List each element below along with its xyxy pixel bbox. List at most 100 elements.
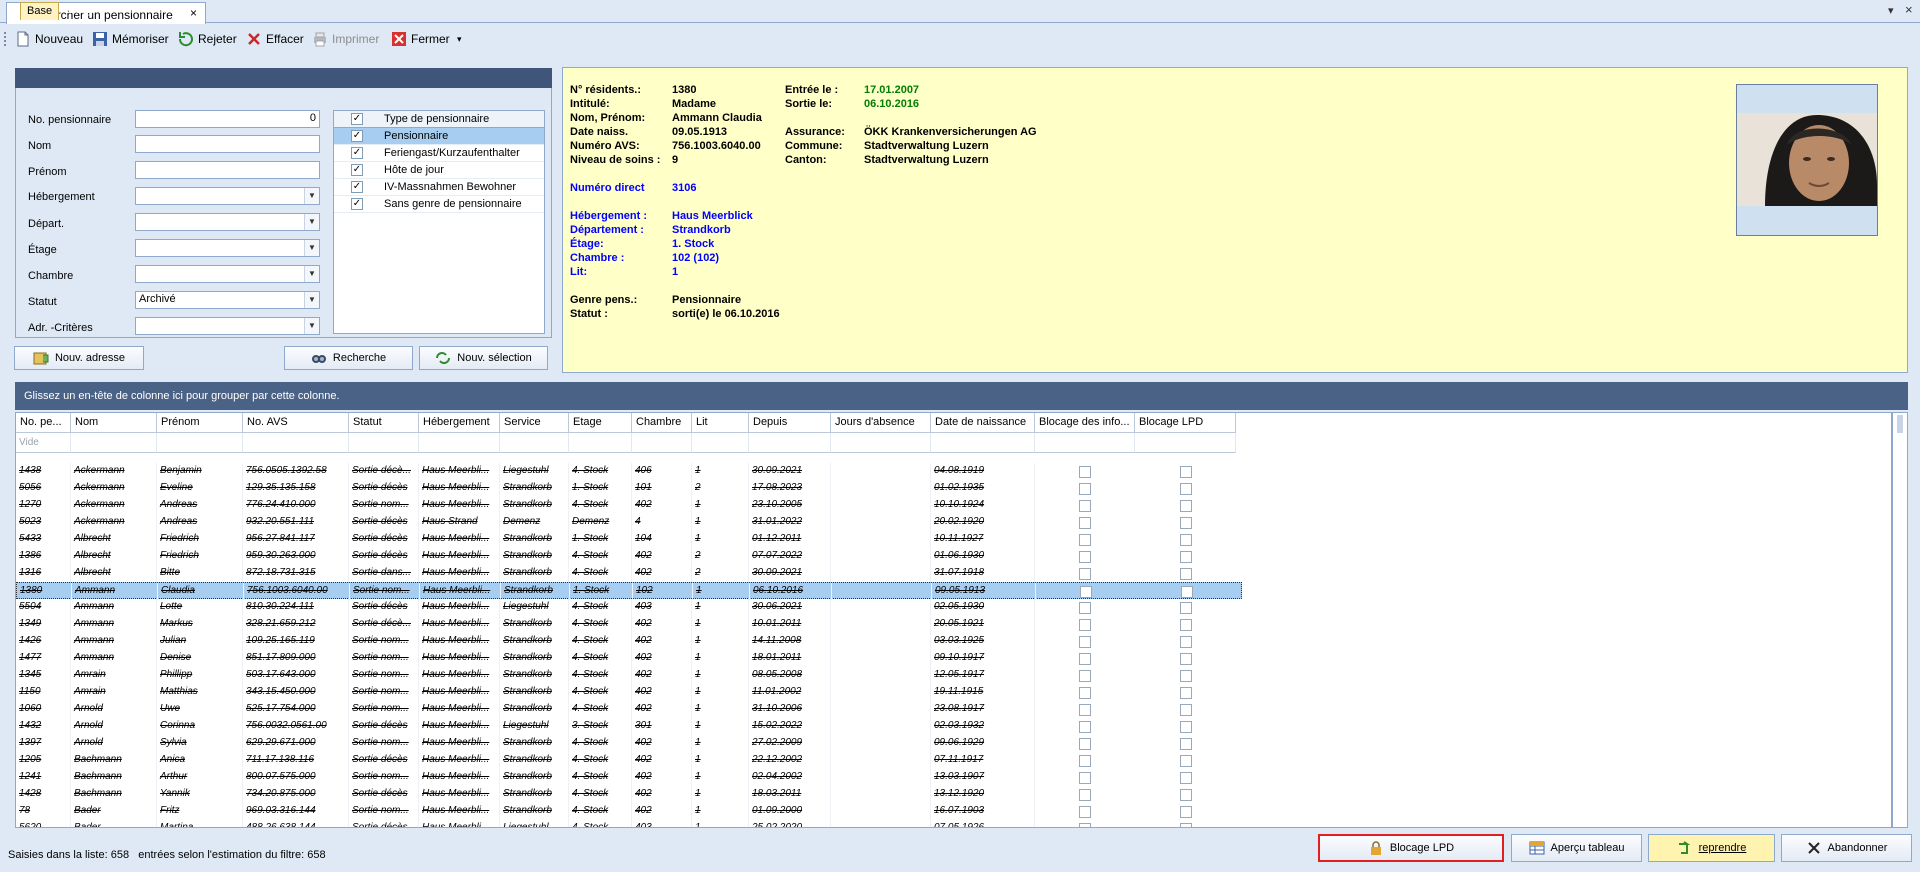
- blocage-lpd-checkbox[interactable]: [1179, 534, 1192, 546]
- blocage-lpd-checkbox[interactable]: [1179, 483, 1192, 495]
- filter-cell[interactable]: [71, 433, 157, 453]
- blocage-lpd-checkbox[interactable]: [1179, 806, 1192, 818]
- table-row[interactable]: 78 Bader Fritz 969.03.316.144 Sortie nom... H…: [16, 803, 1242, 820]
- imprimer-button[interactable]: Imprimer: [312, 30, 379, 48]
- header-col-jours-absence[interactable]: Jours d'absence: [831, 413, 931, 433]
- abandonner-button[interactable]: Abandonner: [1781, 834, 1912, 862]
- blocage-lpd-checkbox[interactable]: [1179, 466, 1192, 478]
- table-row[interactable]: 1205 Bachmann Anica 711.17.138.116 Sortie dé…: [16, 752, 1242, 769]
- blocage-lpd-checkbox[interactable]: [1179, 789, 1192, 801]
- header-col-etage[interactable]: Etage: [569, 413, 632, 433]
- hebergement-select[interactable]: ▼: [135, 187, 320, 205]
- tab-elargi[interactable]: Élargi: [60, 2, 100, 20]
- adr-criteres-select[interactable]: ▼: [135, 317, 320, 335]
- type-list-item[interactable]: ✓ Pensionnaire: [334, 128, 544, 145]
- type-list-item[interactable]: ✓ Sans genre de pensionnaire: [334, 196, 544, 213]
- blocage-lpd-checkbox[interactable]: [1179, 500, 1192, 512]
- toolbar-grip[interactable]: [4, 32, 6, 46]
- memoriser-button[interactable]: Mémoriser: [92, 30, 169, 48]
- checkbox-checked-icon[interactable]: ✓: [351, 181, 363, 193]
- blocage-info-checkbox[interactable]: [1079, 670, 1091, 682]
- filter-cell[interactable]: [243, 433, 349, 453]
- blocage-lpd-checkbox[interactable]: [1180, 586, 1193, 598]
- table-row[interactable]: 1060 Arnold Uwe 525.17.754.000 Sortie nom...…: [16, 701, 1242, 718]
- header-col-date-naissance[interactable]: Date de naissance: [931, 413, 1035, 433]
- header-col-chambre[interactable]: Chambre: [632, 413, 692, 433]
- chevron-down-icon[interactable]: ▼: [304, 318, 319, 334]
- table-row[interactable]: 5023 Ackermann Andreas 932.20.551.111 Sortie…: [16, 514, 1242, 531]
- header-col-no[interactable]: No. pe...: [16, 413, 71, 433]
- chambre-select[interactable]: ▼: [135, 265, 320, 283]
- header-col-avs[interactable]: No. AVS: [243, 413, 349, 433]
- blocage-info-checkbox[interactable]: [1079, 789, 1091, 801]
- table-row[interactable]: 1380 Ammann Claudia 756.1003.6040.00 Sortie …: [16, 582, 1242, 600]
- filter-cell[interactable]: Vide: [16, 433, 71, 453]
- filter-cell[interactable]: [1035, 433, 1135, 453]
- group-by-bar[interactable]: Glissez un en-tête de colonne ici pour g…: [15, 382, 1908, 410]
- blocage-info-checkbox[interactable]: [1079, 704, 1091, 716]
- filter-cell[interactable]: [157, 433, 243, 453]
- blocage-lpd-checkbox[interactable]: [1179, 568, 1192, 580]
- table-row[interactable]: 5504 Ammann Lotte 810.30.224.111 Sortie décè…: [16, 599, 1242, 616]
- header-col-prenom[interactable]: Prénom: [157, 413, 243, 433]
- blocage-lpd-checkbox[interactable]: [1179, 517, 1192, 529]
- blocage-info-checkbox[interactable]: [1079, 772, 1091, 784]
- header-col-blocage-lpd[interactable]: Blocage LPD: [1135, 413, 1236, 433]
- type-list-item[interactable]: ✓ Feriengast/Kurzaufenthalter: [334, 145, 544, 162]
- filter-cell[interactable]: [632, 433, 692, 453]
- blocage-info-checkbox[interactable]: [1079, 483, 1091, 495]
- header-col-blocage-info[interactable]: Blocage des info...: [1035, 413, 1135, 433]
- blocage-info-checkbox[interactable]: [1079, 534, 1091, 546]
- blocage-info-checkbox[interactable]: [1079, 636, 1091, 648]
- chevron-down-icon[interactable]: ▼: [304, 214, 319, 230]
- table-row[interactable]: 5433 Albrecht Friedrich 956.27.841.117 Sorti…: [16, 531, 1242, 548]
- table-row[interactable]: 1428 Bachmann Yannik 734.20.875.000 Sortie d…: [16, 786, 1242, 803]
- tab-close-icon[interactable]: ×: [190, 6, 197, 20]
- nom-input[interactable]: [135, 135, 320, 153]
- filter-cell[interactable]: [349, 433, 419, 453]
- header-col-service[interactable]: Service: [500, 413, 569, 433]
- filter-cell[interactable]: [569, 433, 632, 453]
- blocage-lpd-checkbox[interactable]: [1179, 636, 1192, 648]
- chevron-down-icon[interactable]: ▼: [304, 240, 319, 256]
- table-row[interactable]: 1426 Ammann Julian 109.25.165.119 Sortie nom…: [16, 633, 1242, 650]
- reprendre-button[interactable]: reprendre: [1648, 834, 1775, 862]
- blocage-info-checkbox[interactable]: [1079, 806, 1091, 818]
- checkbox-checked-icon[interactable]: ✓: [351, 164, 363, 176]
- chevron-down-icon[interactable]: ▼: [304, 266, 319, 282]
- blocage-info-checkbox[interactable]: [1079, 721, 1091, 733]
- table-row[interactable]: 1241 Bachmann Arthur 800.07.575.000 Sortie n…: [16, 769, 1242, 786]
- checkbox-checked-icon[interactable]: ✓: [351, 198, 363, 210]
- window-close-icon[interactable]: ×: [1905, 2, 1913, 17]
- no-pensionnaire-input[interactable]: 0: [135, 110, 320, 128]
- recherche-button[interactable]: Recherche: [284, 346, 413, 370]
- table-row[interactable]: 1270 Ackermann Andreas 776.24.410.000 Sortie…: [16, 497, 1242, 514]
- type-list-header[interactable]: ✓ Type de pensionnaire: [334, 111, 544, 128]
- table-row[interactable]: 1349 Ammann Markus 328.21.659.212 Sortie déc…: [16, 616, 1242, 633]
- table-row[interactable]: 1397 Arnold Sylvia 629.29.671.000 Sortie nom…: [16, 735, 1242, 752]
- blocage-lpd-checkbox[interactable]: [1179, 619, 1192, 631]
- header-col-lit[interactable]: Lit: [692, 413, 749, 433]
- blocage-info-checkbox[interactable]: [1079, 551, 1091, 563]
- filter-cell[interactable]: [692, 433, 749, 453]
- apercu-tableau-button[interactable]: Aperçu tableau: [1511, 834, 1642, 862]
- checkbox-checked-icon[interactable]: ✓: [351, 130, 363, 142]
- header-col-statut[interactable]: Statut: [349, 413, 419, 433]
- nouv-selection-button[interactable]: Nouv. sélection: [419, 346, 548, 370]
- blocage-info-checkbox[interactable]: [1079, 738, 1091, 750]
- resident-photo[interactable]: [1736, 84, 1878, 236]
- blocage-info-checkbox[interactable]: [1079, 568, 1091, 580]
- checkbox-checked-icon[interactable]: ✓: [351, 147, 363, 159]
- blocage-info-checkbox[interactable]: [1079, 619, 1091, 631]
- blocage-info-checkbox[interactable]: [1080, 586, 1092, 598]
- table-row[interactable]: 1316 Albrecht Bitte 872.18.731.315 Sortie da…: [16, 565, 1242, 582]
- nouv-adresse-button[interactable]: Nouv. adresse: [14, 346, 144, 370]
- blocage-lpd-checkbox[interactable]: [1179, 602, 1192, 614]
- toolbar-overflow-icon[interactable]: ▾: [457, 34, 462, 45]
- filter-cell[interactable]: [749, 433, 831, 453]
- chevron-down-icon[interactable]: ▼: [304, 188, 319, 204]
- nouveau-button[interactable]: Nouveau: [15, 30, 83, 48]
- filter-cell[interactable]: [500, 433, 569, 453]
- blocage-lpd-checkbox[interactable]: [1179, 670, 1192, 682]
- blocage-lpd-checkbox[interactable]: [1179, 772, 1192, 784]
